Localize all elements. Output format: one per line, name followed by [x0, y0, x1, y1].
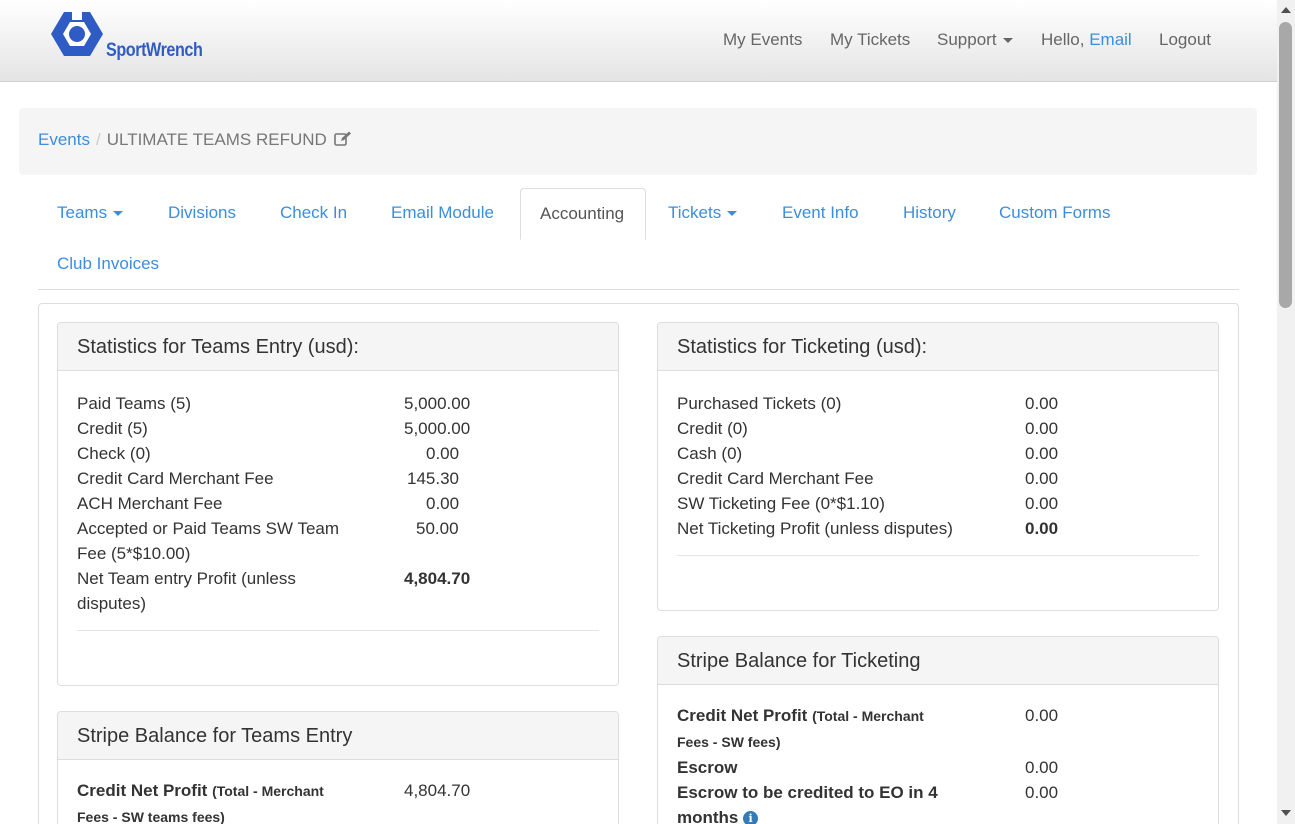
event-tabs: Teams Divisions Check In Email Module Ac…	[38, 188, 1239, 290]
breadcrumb-separator: /	[95, 130, 101, 149]
stat-label: Credit (0)	[677, 419, 748, 438]
tab-teams[interactable]: Teams	[38, 188, 142, 240]
stat-label: SW Ticketing Fee (0*$1.10)	[677, 494, 885, 513]
stat-value: 0.00	[1025, 758, 1059, 777]
stat-value: 0.00	[1025, 494, 1059, 513]
stat-label: Credit Card Merchant Fee	[677, 469, 874, 488]
divider	[677, 555, 1199, 556]
stat-row: Credit (5) 5,000.00	[77, 416, 599, 441]
top-navbar: SportWrench My Events My Tickets Support…	[0, 0, 1277, 82]
ticketing-stats-panel: Statistics for Ticketing (usd): Purchase…	[657, 322, 1219, 611]
stat-row: Accepted or Paid Teams SW Team Fee (5*$1…	[77, 516, 599, 566]
stat-row: Net Ticketing Profit (unless disputes) 0.…	[677, 516, 1199, 541]
stat-value: 50.00	[416, 519, 459, 538]
edit-icon[interactable]	[333, 131, 352, 147]
nav-my-tickets[interactable]: My Tickets	[830, 30, 910, 50]
greeting-text: Hello,	[1041, 30, 1085, 49]
stripe-teams-panel: Stripe Balance for Teams Entry Credit Ne…	[57, 711, 619, 824]
user-email-link[interactable]: Email	[1089, 30, 1132, 49]
caret-down-icon	[727, 211, 738, 217]
panel-title: Stripe Balance for Teams Entry	[58, 712, 618, 760]
stat-row: Credit Net Profit (Total - Merchant Fees…	[677, 703, 1199, 755]
stat-row: Credit Net Profit (Total - Merchant Fees…	[77, 778, 599, 824]
stat-value: 0.00	[1025, 394, 1059, 413]
stat-row: ACH Merchant Fee 0.00	[77, 491, 599, 516]
tab-tickets[interactable]: Tickets	[649, 188, 756, 240]
tab-teams-label: Teams	[57, 203, 108, 222]
stripe-ticketing-panel: Stripe Balance for Ticketing Credit Net …	[657, 636, 1219, 824]
stat-row: Escrow 0.00	[677, 755, 1199, 780]
stat-label: Credit (5)	[77, 419, 148, 438]
stat-value: 4,804.70	[404, 781, 471, 800]
stat-value: 4,804.70	[404, 569, 471, 588]
tab-club-invoices[interactable]: Club Invoices	[38, 239, 178, 291]
stat-label: Escrow to be credited to EO in 4 months	[677, 783, 938, 824]
stat-label: Credit Net Profit	[77, 781, 208, 800]
tab-divisions[interactable]: Divisions	[149, 188, 255, 240]
tab-email-module[interactable]: Email Module	[372, 188, 513, 240]
divider	[77, 630, 599, 631]
stat-value: 0.00	[426, 444, 460, 463]
page-scrollbar[interactable]	[1277, 0, 1295, 824]
scroll-up-icon[interactable]	[1281, 7, 1291, 13]
stat-row: Purchased Tickets (0) 0.00	[677, 391, 1199, 416]
stat-row: Credit Card Merchant Fee 145.30	[77, 466, 599, 491]
nav-greeting: Hello, Email	[1041, 30, 1132, 50]
stat-row: SW Ticketing Fee (0*$1.10) 0.00	[677, 491, 1199, 516]
caret-down-icon	[113, 211, 124, 217]
stat-label: Accepted or Paid Teams SW Team Fee (5*$1…	[77, 519, 340, 563]
tab-custom-forms[interactable]: Custom Forms	[980, 188, 1129, 240]
stat-label: Net Ticketing Profit (unless disputes)	[677, 519, 953, 538]
panel-title: Stripe Balance for Ticketing	[658, 637, 1218, 685]
tab-event-info[interactable]: Event Info	[763, 188, 878, 240]
nav-support-label: Support	[937, 30, 997, 49]
panel-title: Statistics for Ticketing (usd):	[658, 323, 1218, 371]
stat-row: Net Team entry Profit (unless disputes) 4…	[77, 566, 599, 616]
scroll-down-icon[interactable]	[1281, 810, 1291, 816]
scroll-thumb[interactable]	[1279, 22, 1292, 308]
stat-label: Credit Card Merchant Fee	[77, 469, 274, 488]
breadcrumb-current-event: ULTIMATE TEAMS REFUND	[106, 130, 327, 149]
stat-value: 5,000.00	[404, 394, 471, 413]
panel-title: Statistics for Teams Entry (usd):	[58, 323, 618, 371]
stat-label: Cash (0)	[677, 444, 743, 463]
stat-label: Credit Net Profit	[677, 706, 808, 725]
tab-tickets-label: Tickets	[668, 203, 722, 222]
caret-down-icon	[1002, 38, 1013, 44]
stat-row: Escrow to be credited to EO in 4 months …	[677, 780, 1199, 824]
breadcrumb-events-link[interactable]: Events	[38, 130, 90, 149]
tab-accounting[interactable]: Accounting	[520, 188, 646, 240]
info-icon[interactable]: i	[743, 811, 759, 824]
stat-value: 145.30	[407, 469, 459, 488]
stat-value: 0.00	[1025, 444, 1059, 463]
stat-label: Paid Teams (5)	[77, 394, 192, 413]
stat-row: Check (0) 0.00	[77, 441, 599, 466]
nav-logout[interactable]: Logout	[1159, 30, 1211, 50]
stat-row: Credit (0) 0.00	[677, 416, 1199, 441]
stat-label: ACH Merchant Fee	[77, 494, 223, 513]
stat-value: 0.00	[1025, 519, 1059, 538]
stat-row: Cash (0) 0.00	[677, 441, 1199, 466]
accounting-content: Statistics for Teams Entry (usd): Paid T…	[38, 303, 1239, 824]
breadcrumb: Events / ULTIMATE TEAMS REFUND	[19, 108, 1257, 175]
stat-value: 0.00	[1025, 469, 1059, 488]
stat-row: Paid Teams (5) 5,000.00	[77, 391, 599, 416]
nav-my-events[interactable]: My Events	[723, 30, 802, 50]
stat-row: Credit Card Merchant Fee 0.00	[677, 466, 1199, 491]
stat-label: Net Team entry Profit (unless disputes)	[77, 569, 296, 613]
stat-value: 0.00	[1025, 783, 1059, 802]
stat-value: 0.00	[1025, 706, 1059, 725]
stat-label: Purchased Tickets (0)	[677, 394, 842, 413]
stat-label: Escrow	[677, 758, 738, 777]
stat-label: Check (0)	[77, 444, 151, 463]
tab-check-in[interactable]: Check In	[261, 188, 366, 240]
stat-value: 0.00	[1025, 419, 1059, 438]
nav-support-dropdown[interactable]: Support	[937, 30, 1013, 50]
tab-history[interactable]: History	[884, 188, 975, 240]
stat-value: 0.00	[426, 494, 460, 513]
teams-stats-panel: Statistics for Teams Entry (usd): Paid T…	[57, 322, 619, 686]
stat-value: 5,000.00	[404, 419, 471, 438]
